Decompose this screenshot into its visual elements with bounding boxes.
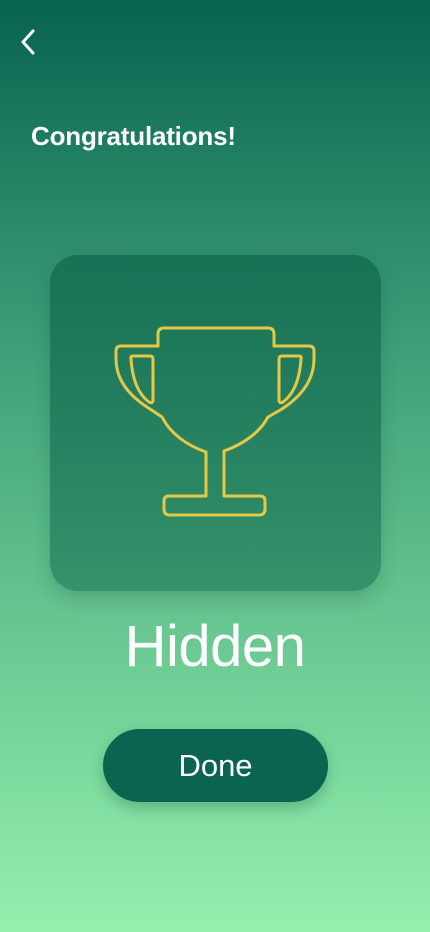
back-button[interactable] <box>8 22 48 62</box>
chevron-left-icon <box>21 29 35 55</box>
trophy-icon <box>114 326 315 517</box>
done-button[interactable]: Done <box>103 729 328 802</box>
badge-name: Hidden <box>124 614 306 679</box>
page-title: Congratulations! <box>31 121 236 151</box>
badge-card <box>50 255 381 591</box>
achievement-screen: Congratulations! Hidden Done <box>0 0 430 932</box>
